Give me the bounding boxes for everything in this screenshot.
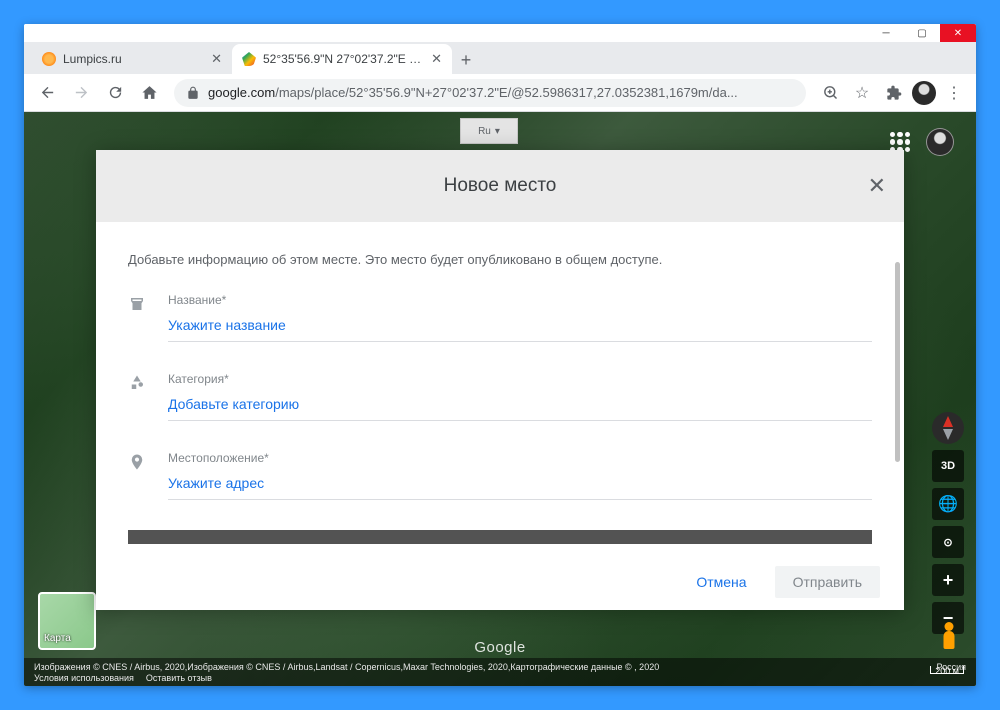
zoom-in-button[interactable]: + bbox=[932, 564, 964, 596]
field-name: Название* Укажите название bbox=[128, 293, 872, 342]
field-category: Категория* Добавьте категорию bbox=[128, 372, 872, 421]
field-label: Название* bbox=[168, 293, 872, 307]
profile-avatar[interactable] bbox=[912, 81, 936, 105]
tab-title: Lumpics.ru bbox=[63, 52, 204, 66]
dialog-footer: Отмена Отправить bbox=[96, 554, 904, 610]
browser-window: ─ ▢ ✕ Lumpics.ru ✕ 52°35'56.9"N 27°02'37… bbox=[24, 24, 976, 686]
category-icon bbox=[128, 372, 150, 421]
window-minimize[interactable]: ─ bbox=[868, 24, 904, 42]
google-logo: Google bbox=[474, 639, 525, 656]
bookmark-icon[interactable]: ☆ bbox=[848, 79, 876, 107]
apps-menu-icon[interactable] bbox=[890, 132, 910, 152]
compass-button[interactable] bbox=[932, 412, 964, 444]
menu-icon[interactable]: ⋮ bbox=[940, 79, 968, 107]
dialog-header: Новое место ✕ bbox=[96, 150, 904, 222]
scrollbar[interactable] bbox=[895, 262, 900, 462]
terms-link[interactable]: Условия использования bbox=[34, 673, 134, 683]
dialog-title: Новое место bbox=[444, 175, 557, 197]
tab-lumpics[interactable]: Lumpics.ru ✕ bbox=[32, 44, 232, 74]
language-chip[interactable]: Ru▾ bbox=[460, 118, 518, 144]
map-preview-strip bbox=[128, 530, 872, 544]
lock-icon bbox=[186, 86, 200, 100]
globe-button[interactable]: 🌐 bbox=[932, 488, 964, 520]
name-input[interactable]: Укажите название bbox=[168, 317, 872, 333]
zoom-icon[interactable] bbox=[816, 79, 844, 107]
pegman-icon[interactable] bbox=[936, 622, 962, 654]
new-place-dialog: Новое место ✕ Добавьте информацию об это… bbox=[96, 150, 904, 610]
3d-button[interactable]: 3D bbox=[932, 450, 964, 482]
field-label: Местоположение* bbox=[168, 451, 872, 465]
url-text: google.com/maps/place/52°35'56.9"N+27°02… bbox=[208, 85, 794, 100]
map-controls: 3D 🌐 ⊙ + − bbox=[932, 412, 964, 634]
field-location: Местоположение* Укажите адрес bbox=[128, 451, 872, 500]
favicon-lumpics bbox=[42, 52, 56, 66]
category-input[interactable]: Добавьте категорию bbox=[168, 396, 872, 412]
window-close[interactable]: ✕ bbox=[940, 24, 976, 42]
close-icon[interactable]: ✕ bbox=[868, 173, 886, 199]
field-label: Категория* bbox=[168, 372, 872, 386]
scale-bar: 200 м bbox=[930, 666, 964, 674]
tab-maps[interactable]: 52°35'56.9"N 27°02'37.2"E – Goo... ✕ bbox=[232, 44, 452, 74]
back-button[interactable] bbox=[32, 78, 62, 108]
reload-button[interactable] bbox=[100, 78, 130, 108]
tab-title: 52°35'56.9"N 27°02'37.2"E – Goo... bbox=[263, 52, 424, 66]
tab-strip: Lumpics.ru ✕ 52°35'56.9"N 27°02'37.2"E –… bbox=[24, 42, 976, 74]
window-titlebar: ─ ▢ ✕ bbox=[24, 24, 976, 42]
cancel-button[interactable]: Отмена bbox=[686, 566, 756, 598]
extensions-icon[interactable] bbox=[880, 79, 908, 107]
account-avatar[interactable] bbox=[926, 128, 954, 156]
home-button[interactable] bbox=[134, 78, 164, 108]
dialog-intro: Добавьте информацию об этом месте. Это м… bbox=[128, 252, 872, 267]
feedback-link[interactable]: Оставить отзыв bbox=[146, 673, 212, 683]
store-icon bbox=[128, 293, 150, 342]
dialog-body: Добавьте информацию об этом месте. Это м… bbox=[96, 222, 904, 554]
my-location-button[interactable]: ⊙ bbox=[932, 526, 964, 558]
new-tab-button[interactable]: + bbox=[452, 46, 480, 74]
address-bar[interactable]: google.com/maps/place/52°35'56.9"N+27°02… bbox=[174, 79, 806, 107]
forward-button[interactable] bbox=[66, 78, 96, 108]
location-input[interactable]: Укажите адрес bbox=[168, 475, 872, 491]
submit-button[interactable]: Отправить bbox=[775, 566, 880, 598]
map-canvas[interactable]: Ru▾ Новое место ✕ Добавьте информацию об… bbox=[24, 112, 976, 686]
imagery-attribution: Изображения © CNES / Airbus, 2020,Изобра… bbox=[34, 662, 659, 672]
pin-icon bbox=[128, 451, 150, 500]
window-restore[interactable]: ▢ bbox=[904, 24, 940, 42]
tab-close-icon[interactable]: ✕ bbox=[211, 51, 222, 67]
tab-close-icon[interactable]: ✕ bbox=[431, 51, 442, 67]
favicon-maps bbox=[242, 52, 256, 66]
map-footer: Изображения © CNES / Airbus, 2020,Изобра… bbox=[24, 658, 976, 686]
address-row: google.com/maps/place/52°35'56.9"N+27°02… bbox=[24, 74, 976, 112]
minimap-toggle[interactable]: Карта bbox=[38, 592, 96, 650]
